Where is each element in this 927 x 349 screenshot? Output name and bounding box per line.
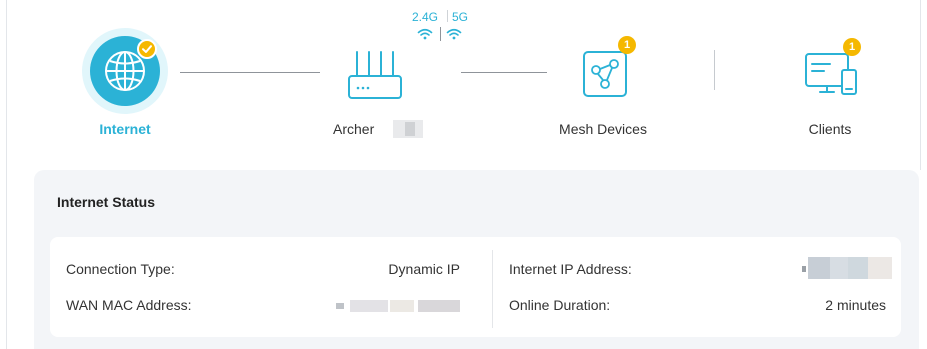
frame-border-right [920,0,921,170]
router-label: Archer [333,121,375,137]
connection-type-label: Connection Type: [66,261,175,277]
wifi-separator [440,27,441,41]
mesh-count-badge: 1 [618,36,636,54]
online-duration-label: Online Duration: [509,297,611,313]
router-model-redaction [393,120,423,138]
clients-count-badge: 1 [843,38,861,56]
router-icon [348,51,402,99]
clients-label: Clients [808,121,852,137]
band-5g-label: 5G [452,10,469,24]
internet-ip-label: Internet IP Address: [509,261,632,277]
internet-status-card: Connection Type: Dynamic IP WAN MAC Addr… [50,237,901,337]
frame-border-left [6,0,7,349]
wan-mac-redaction [336,298,460,314]
section-divider [714,50,715,90]
online-duration-value: 2 minutes [825,297,886,313]
internet-label: Internet [99,121,151,137]
internet-ip-redaction [802,257,892,279]
mesh-label: Mesh Devices [559,121,647,137]
internet-status-panel: Internet Status Connection Type: Dynamic… [34,170,919,349]
band-24g-label: 2.4G [412,10,439,24]
wan-mac-label: WAN MAC Address: [66,297,192,313]
check-badge-icon [137,39,157,59]
band-separator [447,10,448,22]
wifi-5g-icon [446,28,462,40]
internet-status-title: Internet Status [57,194,156,210]
wifi-24g-icon [417,28,433,40]
connection-type-value: Dynamic IP [388,261,460,277]
connector-line [461,72,547,73]
connector-line [180,72,320,73]
card-divider [492,250,493,328]
